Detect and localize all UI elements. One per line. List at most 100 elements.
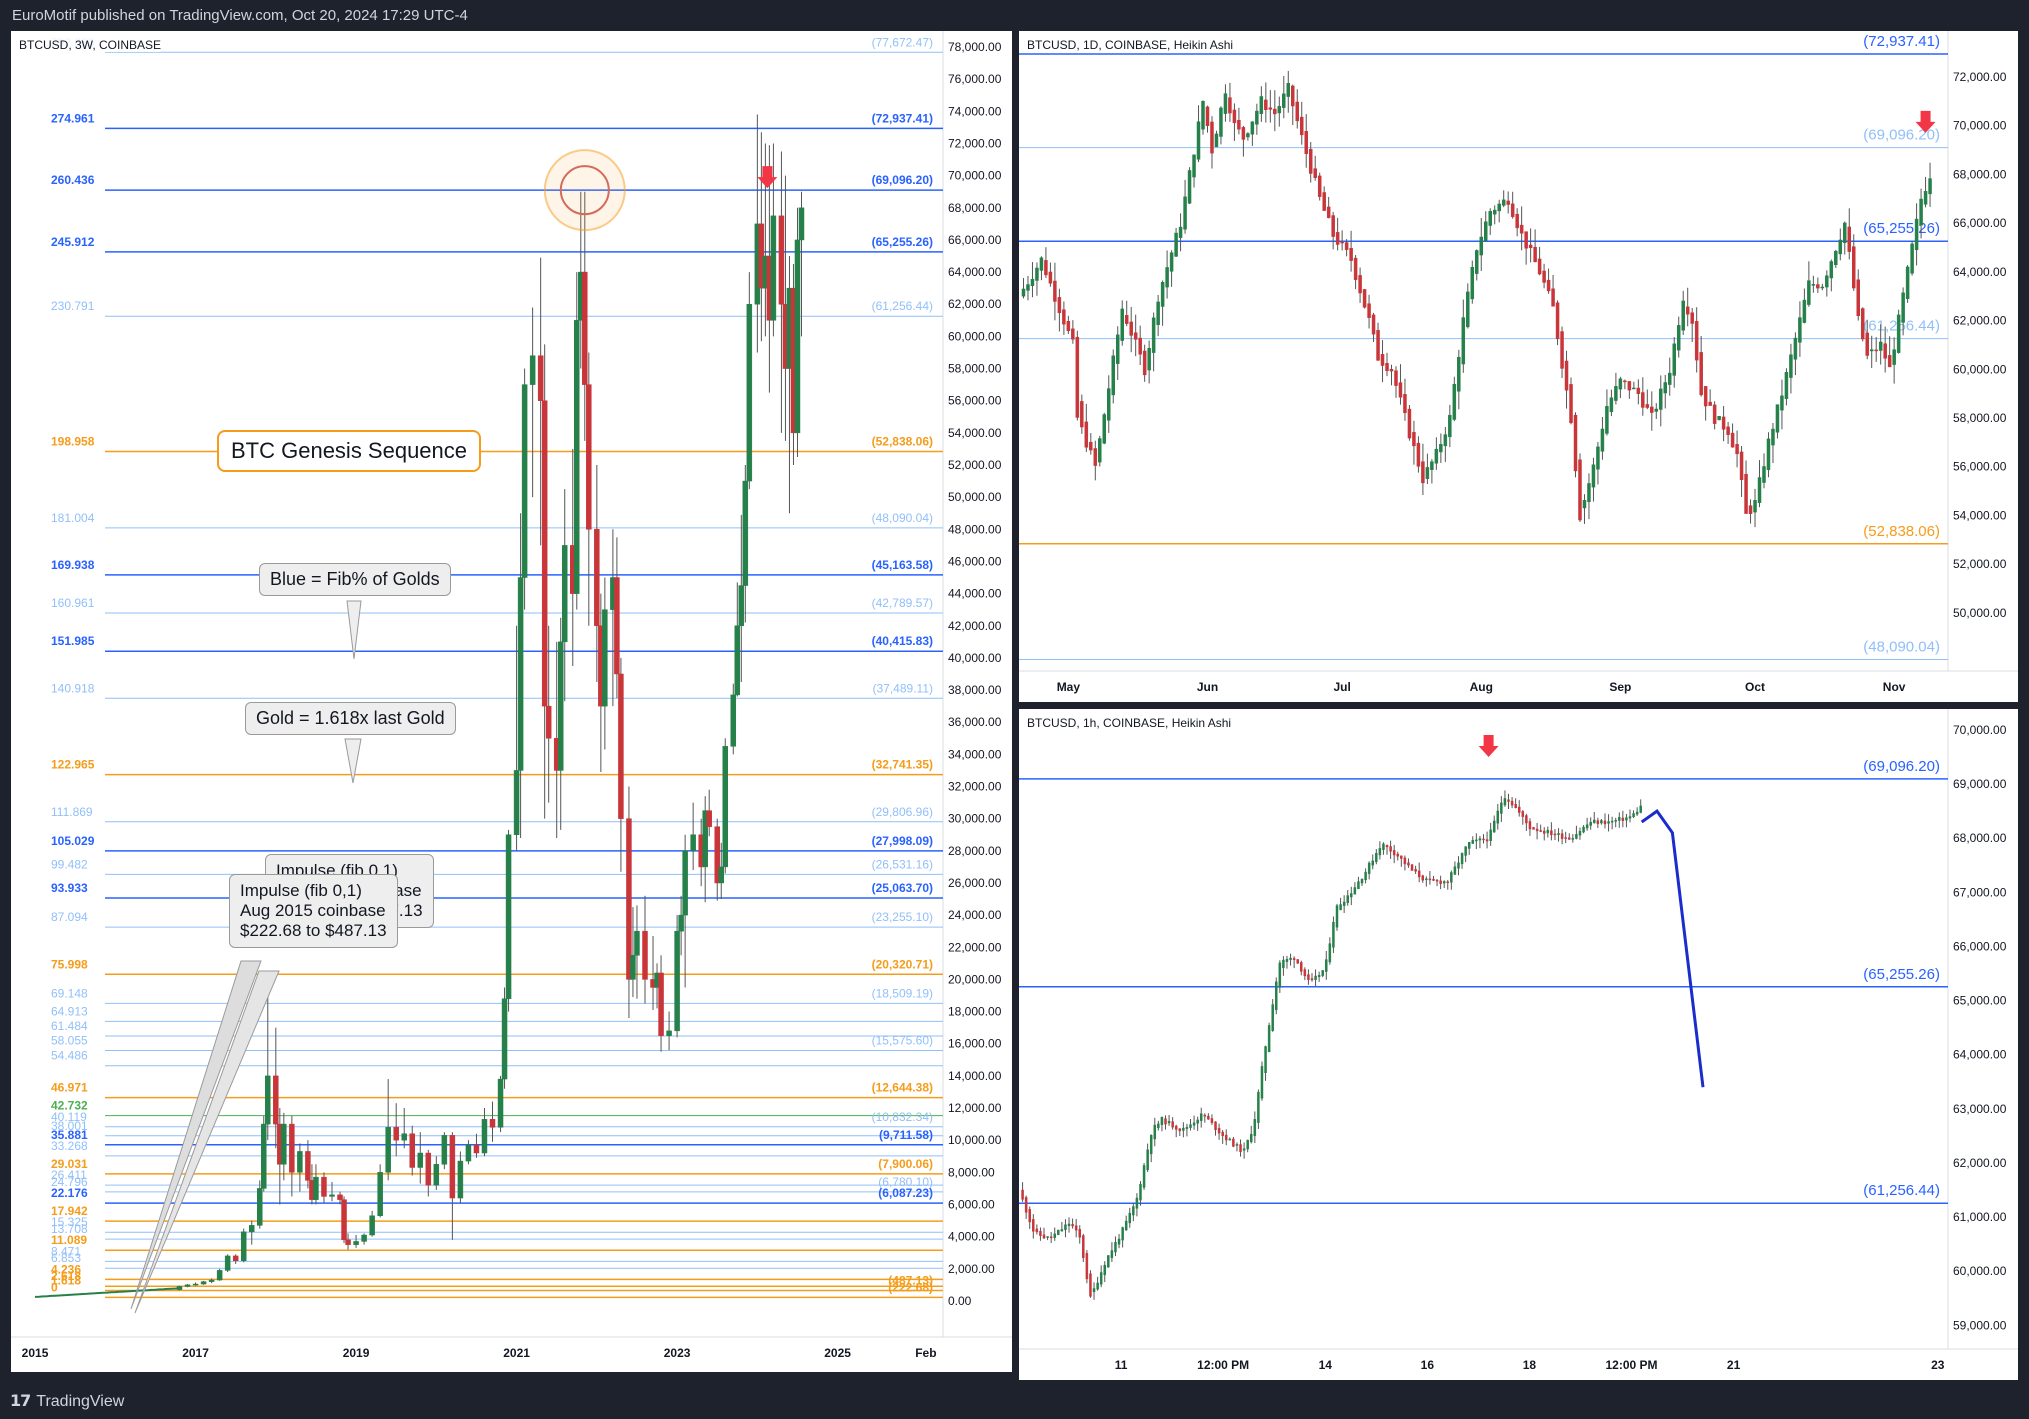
price-tick-label: 72,000.00 (948, 136, 1002, 150)
fib-ratio-label: 105.029 (51, 834, 95, 848)
candle-body (1546, 279, 1551, 292)
candle-body (1560, 331, 1564, 369)
candle-body (1335, 232, 1340, 245)
candle-body (240, 1231, 247, 1261)
price-tick-label: 8,000.00 (948, 1165, 995, 1179)
note-blue-callout[interactable]: Blue = Fib% of Golds (259, 563, 451, 596)
time-tick-label: Aug (1470, 680, 1493, 694)
candle-body (377, 1172, 383, 1216)
candle-body (1843, 222, 1847, 244)
candle-body (1201, 101, 1205, 130)
candle-body (730, 694, 737, 747)
candle-body (1901, 292, 1905, 323)
candle-body (1416, 442, 1421, 467)
candle-body (1264, 99, 1268, 110)
chart-1d-svg[interactable]: 50,000.00 52,000.00 54,000.00 56,000.00 58,0… (1019, 31, 2018, 702)
impulse-callout-front[interactable]: Impulse (fib 0,1) Aug 2015 coinbase $222… (229, 874, 398, 948)
price-tick-label: 64,000.00 (948, 265, 1002, 279)
candle-body (1296, 959, 1299, 964)
candle-body (582, 271, 588, 385)
fib-ratio-label: 33.268 (51, 1139, 88, 1153)
candle-body (1235, 1144, 1239, 1146)
candle-body (1057, 1229, 1060, 1235)
candle-body (1663, 382, 1668, 394)
candle-body (1291, 85, 1295, 107)
candle-body (1039, 1231, 1042, 1236)
price-tick-label: 61,000.00 (1953, 1210, 2007, 1224)
candle-body (1636, 387, 1641, 394)
candle-body (232, 1255, 239, 1261)
candle-body (1099, 1272, 1103, 1285)
candle-body (1623, 380, 1627, 383)
candle-body (1771, 428, 1775, 446)
candle-body (1699, 352, 1703, 396)
candle-body (1596, 820, 1600, 824)
candle-body (1221, 1131, 1224, 1137)
candle-body (1811, 284, 1816, 286)
fib-ratio-label: 93.933 (51, 881, 88, 895)
candle-body (1028, 1209, 1031, 1223)
price-tick-label: 62,000.00 (1953, 1156, 2007, 1170)
time-tick-label: 14 (1319, 1358, 1333, 1372)
impulse-front-line3: $222.68 to $487.13 (240, 921, 387, 940)
price-tick-label: 26,000.00 (948, 876, 1002, 890)
chart-panel-1d[interactable]: 50,000.00 52,000.00 54,000.00 56,000.00 58,0… (1019, 31, 2018, 702)
candle-body (1452, 383, 1457, 420)
note-blue-pointer (346, 600, 362, 660)
candle-body (1332, 921, 1335, 948)
candle-body (1092, 1288, 1096, 1293)
fib-price-label: (40,415.83) (872, 634, 933, 648)
chart-3w-svg[interactable]: 0.00 2,000.00 4,000.00 6,000.00 8,000.00 10,0… (11, 31, 1012, 1372)
price-tick-label: 14,000.00 (948, 1069, 1002, 1083)
candle-body (1103, 1264, 1107, 1276)
candle-body (1439, 444, 1443, 453)
time-tick-label: 2019 (343, 1346, 370, 1360)
candle-body (1093, 448, 1098, 466)
candle-body (1157, 1123, 1160, 1129)
candle-body (1443, 434, 1448, 447)
genesis-label[interactable]: BTC Genesis Sequence (217, 430, 482, 472)
candle-body (1550, 830, 1553, 836)
candle-body (1149, 1134, 1153, 1155)
price-tick-label: 24,000.00 (948, 908, 1002, 922)
candle-body (1174, 232, 1178, 257)
price-tick-label: 6,000.00 (948, 1197, 995, 1211)
candle-body (1553, 833, 1557, 836)
candle-body (1780, 395, 1784, 411)
price-tick-label: 34,000.00 (948, 747, 1002, 761)
candle-body (1199, 1113, 1203, 1121)
red-down-arrow-3w (757, 166, 778, 189)
candle-body (1425, 878, 1428, 881)
candle-body (1883, 343, 1887, 359)
candle-body (1708, 401, 1712, 406)
candle-body (1089, 441, 1093, 451)
candle-body (248, 1225, 255, 1233)
fib-ratio-label: 230.791 (51, 299, 95, 313)
price-tick-label: 44,000.00 (948, 587, 1002, 601)
chart-panel-1h[interactable]: 59,000.00 60,000.00 61,000.00 62,000.00 63,0… (1019, 709, 2018, 1380)
candle-body (1299, 116, 1304, 136)
candle-body (1342, 901, 1346, 906)
fib-price-label: (9,711.58) (879, 1128, 933, 1142)
candle-body (1089, 1273, 1092, 1297)
candle-body (1739, 451, 1744, 481)
candle-body (706, 810, 712, 827)
candle-body (1114, 1242, 1117, 1253)
candle-body (329, 1194, 335, 1197)
chart-1h-svg[interactable]: 59,000.00 60,000.00 61,000.00 62,000.00 63,0… (1019, 709, 2018, 1380)
candle-body (1460, 853, 1464, 865)
red-down-arrow (1478, 735, 1499, 758)
candle-body (1250, 1133, 1253, 1143)
candle-body (1398, 382, 1403, 398)
candle-body (1171, 1121, 1174, 1128)
price-tick-label: 56,000.00 (1953, 460, 2007, 474)
candle-body (1434, 448, 1439, 464)
candle-body (1189, 1124, 1192, 1128)
candle-body (1082, 1235, 1085, 1259)
candle-body (289, 1123, 295, 1173)
candle-body (481, 1119, 488, 1154)
note-gold-callout[interactable]: Gold = 1.618x last Gold (245, 702, 456, 735)
chart-panel-3w[interactable]: 0.00 2,000.00 4,000.00 6,000.00 8,000.00 10,0… (11, 31, 1012, 1372)
candle-body (1475, 250, 1479, 274)
candle-body (1121, 1227, 1124, 1241)
